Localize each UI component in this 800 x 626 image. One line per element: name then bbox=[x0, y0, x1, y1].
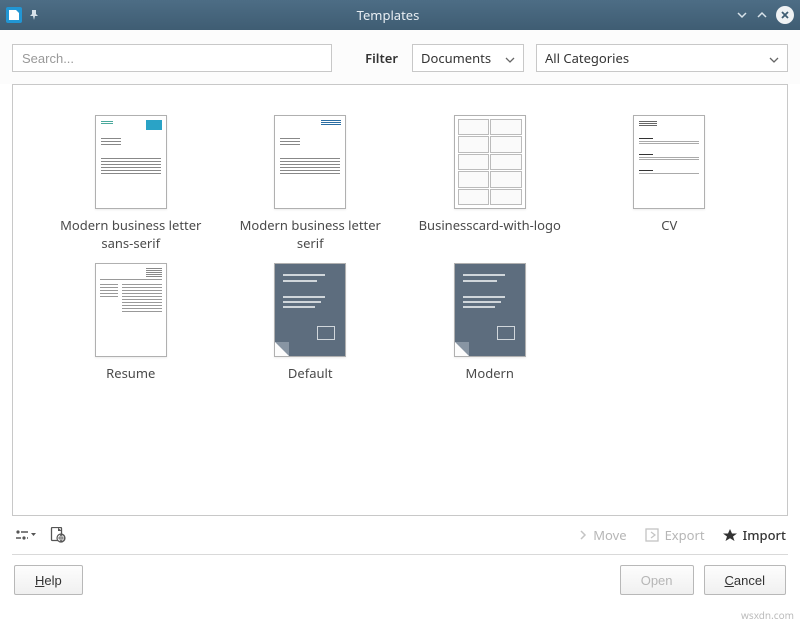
filter-category-dropdown[interactable]: All Categories bbox=[536, 44, 788, 72]
template-thumbnail bbox=[95, 263, 167, 357]
pin-icon[interactable] bbox=[28, 9, 40, 21]
help-button[interactable]: Help bbox=[14, 565, 83, 595]
template-label: CV bbox=[661, 217, 677, 253]
import-action[interactable]: Import bbox=[723, 526, 786, 544]
export-label: Export bbox=[665, 526, 705, 544]
window-title: Templates bbox=[40, 6, 736, 24]
template-label: Default bbox=[288, 365, 333, 401]
close-button[interactable] bbox=[776, 6, 794, 24]
template-thumbnail bbox=[274, 263, 346, 357]
chevron-down-icon bbox=[769, 49, 779, 67]
minimize-icon[interactable] bbox=[736, 9, 748, 21]
template-thumbnail bbox=[454, 115, 526, 209]
template-item[interactable]: Default bbox=[223, 263, 399, 401]
template-label: Modern bbox=[466, 365, 514, 401]
template-list: Modern business letter sans-serif Modern … bbox=[12, 84, 788, 516]
search-input[interactable] bbox=[12, 44, 332, 72]
chevron-down-icon bbox=[505, 49, 515, 67]
template-label: Resume bbox=[106, 365, 155, 401]
help-label-rest: elp bbox=[44, 573, 61, 588]
watermark: wsxdn.com bbox=[741, 608, 794, 622]
actionbar: Move Export Import bbox=[0, 516, 800, 548]
template-label: Modern business letter sans-serif bbox=[51, 217, 211, 253]
template-item[interactable]: CV bbox=[582, 115, 758, 253]
import-label: Import bbox=[743, 526, 786, 544]
template-item[interactable]: Modern business letter serif bbox=[223, 115, 399, 253]
template-item[interactable]: Businesscard-with-logo bbox=[402, 115, 578, 253]
template-item[interactable]: Resume bbox=[43, 263, 219, 401]
template-label: Modern business letter serif bbox=[230, 217, 390, 253]
maximize-icon[interactable] bbox=[756, 9, 768, 21]
template-thumbnail bbox=[454, 263, 526, 357]
browse-online-button[interactable] bbox=[50, 527, 66, 543]
template-thumbnail bbox=[274, 115, 346, 209]
template-item[interactable]: Modern business letter sans-serif bbox=[43, 115, 219, 253]
template-thumbnail bbox=[95, 115, 167, 209]
template-label: Businesscard-with-logo bbox=[419, 217, 561, 253]
titlebar: Templates bbox=[0, 0, 800, 30]
filter-type-dropdown[interactable]: Documents bbox=[412, 44, 524, 72]
dialog-buttons: Help Open Cancel bbox=[0, 555, 800, 609]
template-item[interactable]: Modern bbox=[402, 263, 578, 401]
app-icon bbox=[6, 7, 22, 23]
move-label: Move bbox=[593, 526, 626, 544]
toolbar: Filter Documents All Categories bbox=[0, 30, 800, 84]
cancel-button[interactable]: Cancel bbox=[704, 565, 786, 595]
move-action: Move bbox=[579, 526, 626, 544]
template-thumbnail bbox=[633, 115, 705, 209]
filter-category-value: All Categories bbox=[545, 49, 629, 67]
export-action: Export bbox=[645, 526, 705, 544]
open-button: Open bbox=[620, 565, 694, 595]
filter-label: Filter bbox=[365, 49, 398, 67]
settings-menu-button[interactable] bbox=[14, 528, 36, 542]
filter-type-value: Documents bbox=[421, 49, 491, 67]
